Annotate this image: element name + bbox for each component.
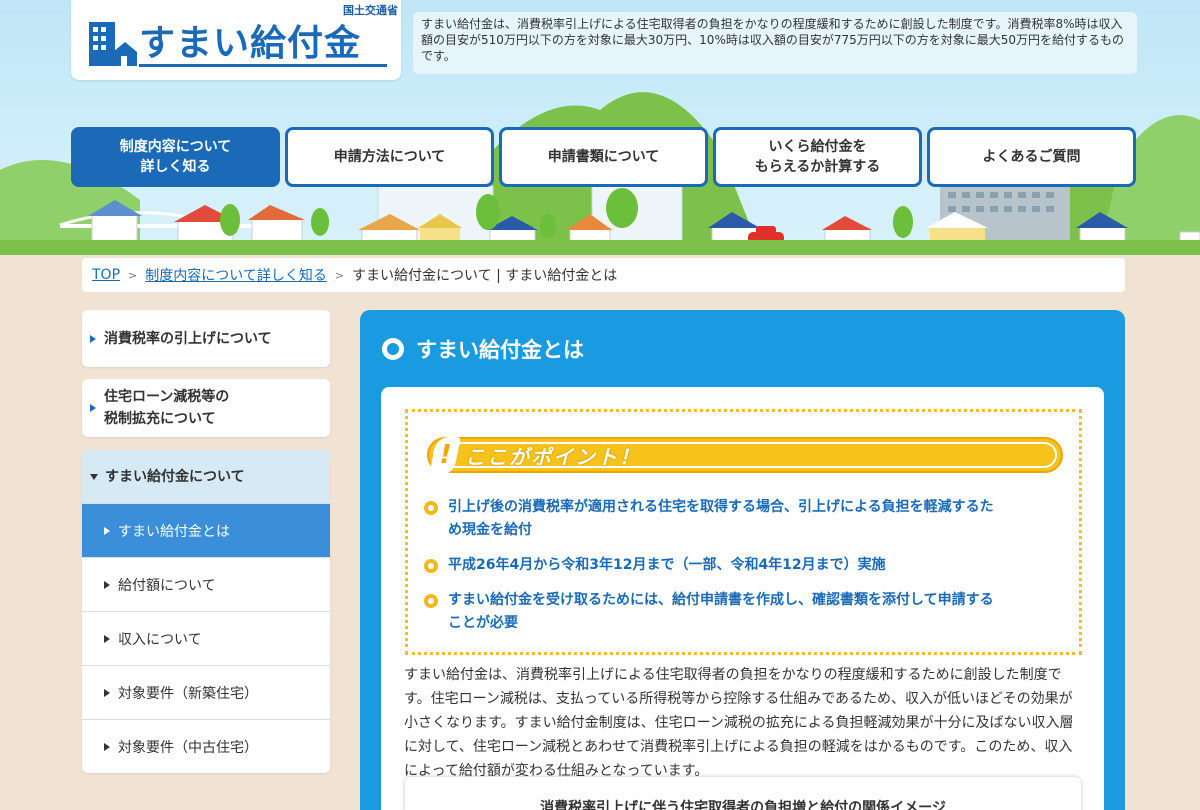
nav-application-method[interactable]: 申請方法について: [285, 127, 494, 187]
nav-label: 制度内容について: [119, 139, 232, 155]
sidebar-subitem-label: 対象要件（中古住宅）: [118, 739, 258, 756]
nav-label: 詳しく知る: [140, 159, 211, 175]
triangle-right-icon: [104, 580, 110, 589]
breadcrumb-top-link[interactable]: TOP: [92, 267, 120, 283]
bullet-icon: [424, 501, 438, 515]
sidebar-item-benefit[interactable]: すまい給付金について: [82, 450, 330, 503]
sidebar-item-label: 住宅ローン減税等の: [104, 389, 230, 405]
triangle-right-icon: [104, 634, 110, 643]
point-text: すまい給付金を受け取るためには、給付申請書を作成し、確認書類を添付して申請する: [448, 592, 994, 608]
breadcrumb-separator-icon: >: [128, 268, 138, 282]
point-label: ここがポイント！: [465, 445, 641, 469]
point-box: ! ここがポイント！ 引上げ後の消費税率が適用される住宅を取得する場合、引上げに…: [405, 409, 1082, 655]
sidebar-subitem-label: 給付額について: [118, 577, 216, 594]
sidebar-subitem-label: すまい給付金とは: [118, 523, 230, 540]
site-logo[interactable]: 国土交通省 すまい給付金: [71, 0, 401, 80]
sidebar-item-loan-tax[interactable]: 住宅ローン減税等の 税制拡充について: [82, 379, 330, 437]
bullet-icon: [424, 594, 438, 608]
nav-label: よくあるご質問: [982, 149, 1081, 165]
nav-application-documents[interactable]: 申請書類について: [499, 127, 708, 187]
exclamation-icon: !: [428, 437, 462, 475]
point-item: 引上げ後の消費税率が適用される住宅を取得する場合、引上げによる負担を軽減するため…: [424, 496, 1064, 542]
ring-icon: [382, 338, 404, 360]
logo-text: すまい給付金: [139, 23, 362, 64]
body-text: すまい給付金は、消費税率引上げによる住宅取得者の負担をかなりの程度緩和するために…: [404, 667, 1074, 779]
point-item: すまい給付金を受け取るためには、給付申請書を作成し、確認書類を添付して申請するこ…: [424, 589, 1064, 635]
nav-benefit-calculator[interactable]: いくら給付金を もらえるか計算する: [713, 127, 922, 187]
point-banner: ! ここがポイント！: [427, 437, 1063, 475]
sidebar-item-label: 税制拡充について: [104, 411, 216, 427]
triangle-right-icon: [90, 404, 96, 412]
diagram-title: 消費税率引上げに伴う住宅取得者の負担増と給付の関係イメージ: [540, 800, 946, 810]
sidebar-item-label: 消費税率の引上げについて: [104, 330, 272, 347]
triangle-right-icon: [90, 334, 96, 343]
point-text: 平成26年4月から令和3年12月まで（一部、令和4年12月まで）実施: [448, 557, 886, 573]
page-title: すまい給付金とは: [382, 334, 584, 364]
breadcrumb: TOP > 制度内容について詳しく知る > すまい給付金について | すまい給付…: [82, 258, 1125, 292]
nav-label: 申請方法について: [333, 149, 446, 165]
sidebar-subitem-used-home[interactable]: 対象要件（中古住宅）: [82, 719, 330, 773]
nav-label: いくら給付金を: [768, 139, 867, 155]
sidebar-item-label: すまい給付金について: [105, 468, 245, 485]
logo-underline: [139, 64, 387, 67]
sidebar-subitem-new-home[interactable]: 対象要件（新築住宅）: [82, 665, 330, 719]
point-text: 引上げ後の消費税率が適用される住宅を取得する場合、引上げによる負担を軽減するた: [448, 499, 994, 515]
breadcrumb-level1-link[interactable]: 制度内容について詳しく知る: [145, 265, 327, 285]
sidebar-subitem-label: 対象要件（新築住宅）: [118, 685, 258, 702]
diagram-card: 消費税率引上げに伴う住宅取得者の負担増と給付の関係イメージ: [405, 777, 1081, 810]
point-item: 平成26年4月から令和3年12月まで（一部、令和4年12月まで）実施: [424, 554, 1064, 577]
sidebar-subitem-what-is[interactable]: すまい給付金とは: [82, 503, 330, 557]
triangle-right-icon: [104, 688, 110, 697]
nav-label: もらえるか計算する: [754, 159, 881, 175]
point-text: め現金を給付: [448, 522, 532, 538]
point-text: ことが必要: [448, 615, 518, 631]
sidebar-subitem-label: 収入について: [118, 631, 202, 648]
nav-system-details[interactable]: 制度内容について 詳しく知る: [71, 127, 280, 187]
intro-text: すまい給付金は、消費税率引上げによる住宅取得者の負担をかなりの程度緩和するために…: [413, 12, 1137, 74]
breadcrumb-separator-icon: >: [334, 268, 345, 282]
triangle-right-icon: [104, 742, 110, 751]
main-panel: すまい給付金とは ! ここがポイント！ 引上げ後の消費税率が適用される住宅を取得…: [360, 310, 1125, 810]
sidebar-subitem-income[interactable]: 収入について: [82, 611, 330, 665]
triangle-right-icon: [104, 526, 110, 535]
building-icon: [89, 22, 137, 66]
bullet-icon: [424, 559, 438, 573]
triangle-down-icon: [90, 473, 98, 480]
sidebar-subitem-amount[interactable]: 給付額について: [82, 557, 330, 611]
breadcrumb-current: すまい給付金について | すまい給付金とは: [352, 268, 618, 284]
sidebar-group-benefit: すまい給付金について すまい給付金とは 給付額について 収入について 対象要件（…: [82, 450, 330, 773]
sidebar-item-tax-rate[interactable]: 消費税率の引上げについて: [82, 310, 330, 367]
page-title-text: すまい給付金とは: [416, 338, 584, 362]
nav-label: 申請書類について: [547, 149, 660, 165]
nav-faq[interactable]: よくあるご質問: [927, 127, 1136, 187]
content-area: ! ここがポイント！ 引上げ後の消費税率が適用される住宅を取得する場合、引上げに…: [381, 387, 1104, 810]
